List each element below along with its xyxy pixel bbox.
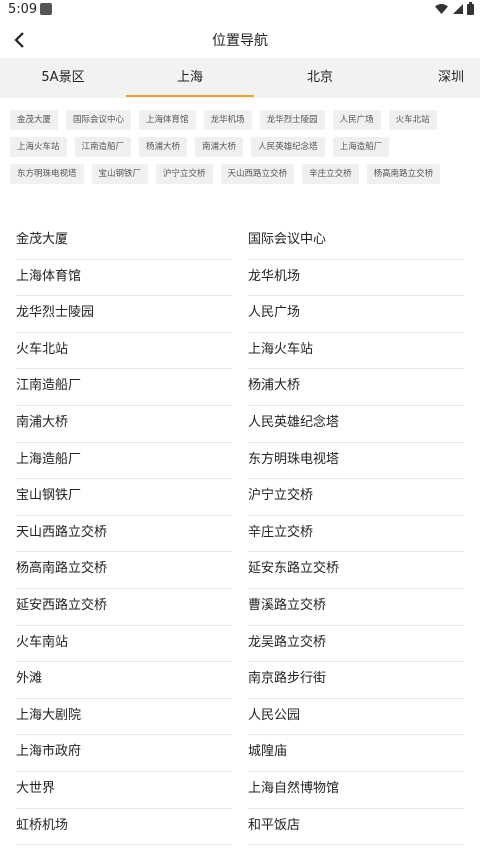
location-list-item[interactable]: 辛庄立交桥: [248, 516, 464, 553]
location-list-item[interactable]: 上海自然博物馆: [248, 772, 464, 809]
list-row: 虹桥机场 和平饭店: [0, 809, 480, 846]
status-bar: 5:09: [0, 0, 480, 20]
location-list-item[interactable]: 上海市政府: [16, 735, 232, 772]
header-bar: 位置导航: [0, 20, 480, 58]
location-list-item[interactable]: 人民英雄纪念塔: [248, 406, 464, 443]
location-list-item[interactable]: 上海体育馆: [16, 260, 232, 297]
location-list-item[interactable]: 火车南站: [16, 626, 232, 663]
location-list-item[interactable]: 东方明珠电视塔: [248, 443, 464, 480]
location-list-item[interactable]: 上海火车站: [248, 333, 464, 370]
app-notification-icon: [40, 3, 52, 15]
tab-shenzhen[interactable]: 深圳: [420, 58, 480, 98]
location-chip[interactable]: 金茂大厦: [10, 110, 59, 130]
location-chip[interactable]: 杨浦大桥: [139, 137, 188, 157]
location-list: 金茂大厦 国际会议中心 上海体育馆 龙华机场 龙华烈士陵园 人民广场 火车北站 上海火车站 江南…: [0, 223, 480, 846]
chip-row: 上海火车站 江南造船厂 杨浦大桥 南浦大桥 人民英雄纪念塔 上海造船厂: [10, 137, 470, 157]
tab-shanghai[interactable]: 上海: [126, 58, 254, 98]
location-list-item[interactable]: 天山西路立交桥: [16, 516, 232, 553]
page-title: 位置导航: [212, 33, 268, 49]
city-tab-bar: 5A景区 上海 北京 深圳: [0, 58, 480, 98]
location-list-item[interactable]: 上海造船厂: [16, 443, 232, 480]
location-list-item[interactable]: 火车北站: [16, 333, 232, 370]
location-chip[interactable]: 人民英雄纪念塔: [251, 137, 325, 157]
list-row: 南浦大桥 人民英雄纪念塔: [0, 406, 480, 443]
location-list-item[interactable]: 国际会议中心: [248, 223, 464, 260]
list-row: 龙华烈士陵园 人民广场: [0, 296, 480, 333]
chip-row: 东方明珠电视塔 宝山钢铁厂 沪宁立交桥 天山西路立交桥 辛庄立交桥 杨高南路立交桥: [10, 164, 470, 184]
location-list-item[interactable]: 杨高南路立交桥: [16, 552, 232, 589]
location-chip[interactable]: 龙华烈士陵园: [259, 110, 325, 130]
location-list-item[interactable]: 江南造船厂: [16, 369, 232, 406]
list-row: 上海造船厂 东方明珠电视塔: [0, 443, 480, 480]
list-row: 宝山钢铁厂 沪宁立交桥: [0, 479, 480, 516]
list-row: 火车北站 上海火车站: [0, 333, 480, 370]
location-chip[interactable]: 东方明珠电视塔: [10, 164, 84, 184]
location-chip[interactable]: 沪宁立交桥: [156, 164, 213, 184]
list-row: 江南造船厂 杨浦大桥: [0, 369, 480, 406]
list-row: 上海大剧院 人民公园: [0, 699, 480, 736]
location-list-item[interactable]: 龙吴路立交桥: [248, 626, 464, 663]
location-list-item[interactable]: 城隍庙: [248, 735, 464, 772]
location-list-item[interactable]: 南京路步行街: [248, 662, 464, 699]
location-list-item[interactable]: 人民公园: [248, 699, 464, 736]
list-row: 大世界 上海自然博物馆: [0, 772, 480, 809]
location-list-item[interactable]: 曹溪路立交桥: [248, 589, 464, 626]
location-chip[interactable]: 上海造船厂: [332, 137, 390, 157]
location-chip[interactable]: 火车北站: [388, 110, 437, 130]
location-list-item[interactable]: 金茂大厦: [16, 223, 232, 260]
location-chip[interactable]: 辛庄立交桥: [302, 164, 359, 184]
active-tab-indicator: [126, 95, 254, 97]
chip-row: 金茂大厦 国际会议中心 上海体育馆 龙华机场 龙华烈士陵园 人民广场 火车北站: [10, 110, 470, 130]
location-list-item[interactable]: 延安东路立交桥: [248, 552, 464, 589]
location-chip[interactable]: 南浦大桥: [195, 137, 244, 157]
tab-5a-scenic[interactable]: 5A景区: [0, 58, 126, 98]
list-row: 上海市政府 城隍庙: [0, 735, 480, 772]
location-list-item[interactable]: 人民广场: [248, 296, 464, 333]
location-chip[interactable]: 宝山钢铁厂: [91, 164, 149, 184]
quick-location-chips: 金茂大厦 国际会议中心 上海体育馆 龙华机场 龙华烈士陵园 人民广场 火车北站 上海火车站 江南…: [10, 110, 470, 191]
location-chip[interactable]: 杨高南路立交桥: [366, 164, 441, 184]
list-row: 杨高南路立交桥 延安东路立交桥: [0, 552, 480, 589]
list-row: 延安西路立交桥 曹溪路立交桥: [0, 589, 480, 626]
signal-icon: [453, 3, 463, 14]
list-row: 上海体育馆 龙华机场: [0, 260, 480, 297]
location-list-item[interactable]: 延安西路立交桥: [16, 589, 232, 626]
location-list-item[interactable]: 虹桥机场: [16, 809, 232, 846]
list-row: 金茂大厦 国际会议中心: [0, 223, 480, 260]
location-chip[interactable]: 上海体育馆: [139, 110, 196, 130]
location-list-item[interactable]: 宝山钢铁厂: [16, 479, 232, 516]
location-chip[interactable]: 国际会议中心: [66, 110, 132, 130]
location-chip[interactable]: 天山西路立交桥: [220, 164, 295, 184]
tab-beijing[interactable]: 北京: [254, 58, 386, 98]
location-list-item[interactable]: 上海大剧院: [16, 699, 232, 736]
location-list-item[interactable]: 南浦大桥: [16, 406, 232, 443]
location-list-item[interactable]: 大世界: [16, 772, 232, 809]
location-chip[interactable]: 龙华机场: [203, 110, 252, 130]
location-list-item[interactable]: 龙华机场: [248, 260, 464, 297]
location-list-item[interactable]: 杨浦大桥: [248, 369, 464, 406]
status-indicators: [435, 2, 474, 15]
wifi-icon: [435, 3, 448, 14]
status-time: 5:09: [8, 2, 38, 17]
location-list-item[interactable]: 和平饭店: [248, 809, 464, 846]
location-list-item[interactable]: 沪宁立交桥: [248, 479, 464, 516]
battery-icon: [467, 2, 474, 15]
list-row: 火车南站 龙吴路立交桥: [0, 626, 480, 663]
list-row: 天山西路立交桥 辛庄立交桥: [0, 516, 480, 553]
location-chip[interactable]: 人民广场: [332, 110, 381, 130]
list-row: 外滩 南京路步行街: [0, 662, 480, 699]
location-list-item[interactable]: 龙华烈士陵园: [16, 296, 232, 333]
location-chip[interactable]: 上海火车站: [10, 137, 67, 157]
location-chip[interactable]: 江南造船厂: [74, 137, 132, 157]
location-list-item[interactable]: 外滩: [16, 662, 232, 699]
